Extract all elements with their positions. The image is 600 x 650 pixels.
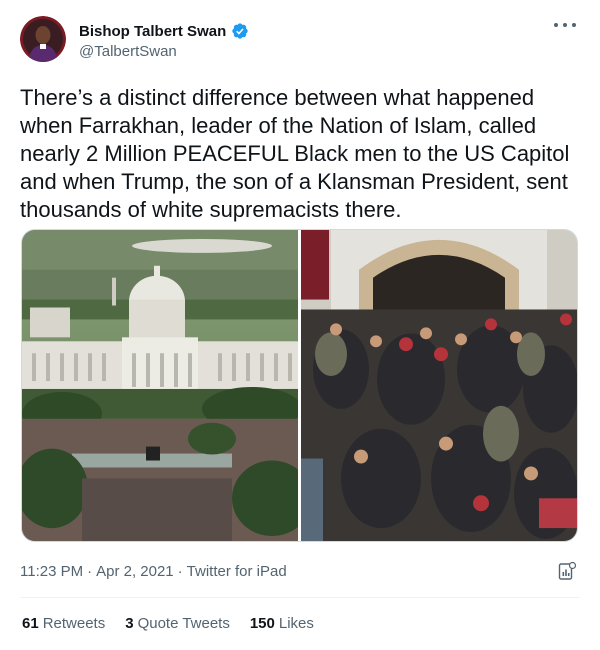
likes-count: 150 (249, 615, 275, 632)
author-block: Bishop Talbert Swan @TalbertSwan (79, 22, 249, 60)
likes-stat[interactable]: 150 Likes (250, 615, 314, 632)
capitol-riot-photo[interactable] (301, 230, 577, 541)
retweets-count: 61 (22, 615, 39, 632)
tweet-source[interactable]: Twitter for iPad (187, 563, 287, 580)
meta-separator: · (177, 563, 183, 580)
analytics-icon[interactable] (557, 561, 577, 581)
avatar[interactable] (20, 16, 66, 62)
likes-label: Likes (278, 615, 314, 632)
more-options-icon[interactable] (554, 18, 576, 32)
retweets-stat[interactable]: 61 Retweets (22, 615, 105, 632)
author-display-name[interactable]: Bishop Talbert Swan (79, 23, 226, 40)
tweet-time[interactable]: 11:23 PM (20, 563, 83, 580)
quote-tweets-count: 3 (125, 615, 134, 632)
tweet-date[interactable]: Apr 2, 2021 (96, 563, 174, 580)
tweet-text: There’s a distinct difference between wh… (20, 85, 570, 222)
meta-separator: · (87, 563, 93, 580)
capitol-crowd-photo[interactable] (22, 230, 298, 541)
author-handle[interactable]: @TalbertSwan (79, 43, 249, 60)
divider (20, 597, 580, 598)
tweet-card: Bishop Talbert Swan @TalbertSwan There’s… (0, 0, 600, 650)
quote-tweets-stat[interactable]: 3 Quote Tweets (125, 615, 230, 632)
tweet-metadata: 11:23 PM · Apr 2, 2021 · Twitter for iPa… (20, 563, 287, 580)
engagement-stats: 61 Retweets 3 Quote Tweets 150 Likes (22, 615, 314, 632)
verified-badge-icon (232, 23, 248, 39)
retweets-label: Retweets (42, 615, 106, 632)
media-grid (21, 229, 578, 542)
quote-tweets-label: Quote Tweets (137, 615, 230, 632)
